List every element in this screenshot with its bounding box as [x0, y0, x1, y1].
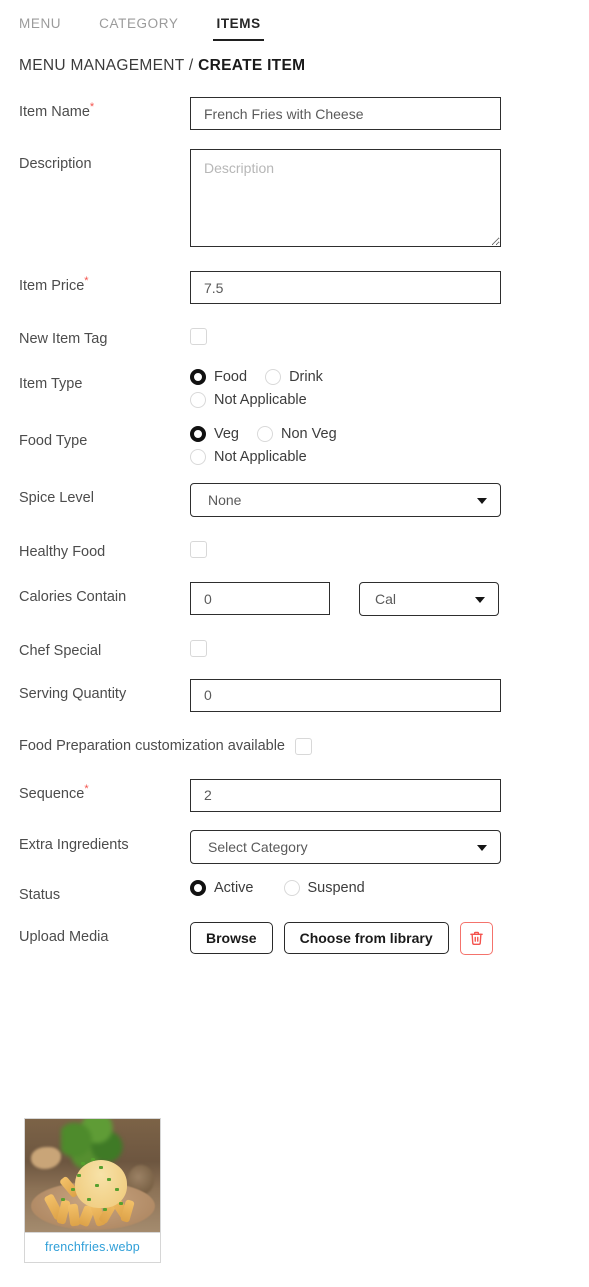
create-item-form: Item Name* Description Item Price* New I… [0, 97, 589, 955]
label-extra-ingredients: Extra Ingredients [19, 836, 129, 853]
row-item-name: Item Name* [0, 97, 589, 130]
required-asterisk: * [84, 275, 89, 288]
label-item-price-text: Item Price [19, 278, 85, 294]
status-radio-group: Active Suspend [190, 879, 490, 903]
radio-label: Not Applicable [214, 391, 307, 408]
radio-indicator [190, 425, 206, 442]
row-description: Description [0, 149, 589, 252]
radio-indicator [190, 368, 206, 385]
radio-label: Food [214, 368, 248, 385]
radio-food-type-veg[interactable]: Veg [190, 425, 239, 442]
required-asterisk: * [84, 782, 89, 795]
label-food-prep-customization: Food Preparation customization available [19, 738, 285, 755]
tab-menu[interactable]: MENU [19, 16, 61, 41]
label-food-type: Food Type [19, 432, 88, 449]
calories-unit-select-wrap: Cal [359, 581, 499, 616]
row-food-type: Food Type Veg Non Veg Not Applicable [0, 425, 589, 472]
sequence-input[interactable] [190, 778, 501, 812]
radio-item-type-drink[interactable]: Drink [265, 368, 323, 385]
label-spice-level: Spice Level [19, 489, 94, 506]
label-item-type: Item Type [19, 375, 83, 392]
label-sequence: Sequence* [19, 779, 190, 803]
radio-label: Drink [289, 368, 323, 385]
radio-indicator [283, 879, 300, 896]
row-new-item-tag: New Item Tag [0, 324, 589, 348]
calories-input[interactable] [190, 582, 330, 616]
spice-level-select-wrap: None [190, 482, 501, 517]
label-new-item-tag: New Item Tag [19, 331, 108, 347]
row-status: Status Active Suspend [0, 879, 589, 904]
radio-status-suspend[interactable]: Suspend [283, 879, 365, 896]
radio-label: Non Veg [281, 425, 337, 442]
trash-icon [469, 930, 484, 946]
media-filename-link[interactable]: frenchfries.webp [25, 1232, 160, 1262]
row-serving-quantity: Serving Quantity [0, 678, 589, 712]
food-prep-customization-checkbox[interactable] [294, 737, 312, 755]
required-asterisk: * [89, 101, 95, 114]
tab-bar: MENU CATEGORY ITEMS [0, 0, 589, 41]
label-healthy-food: Healthy Food [19, 543, 106, 560]
label-item-price: Item Price* [19, 271, 190, 295]
row-item-type: Item Type Food Drink Not Applicable [0, 368, 589, 415]
food-type-radio-group: Veg Non Veg Not Applicable [190, 425, 450, 472]
media-thumbnail-image [25, 1119, 160, 1232]
radio-indicator [190, 448, 206, 465]
calories-unit-select[interactable]: Cal [359, 581, 499, 616]
label-item-name-text: Item Name [19, 104, 90, 120]
row-item-price: Item Price* [0, 271, 589, 304]
tab-category[interactable]: CATEGORY [99, 16, 178, 41]
label-serving-quantity: Serving Quantity [19, 685, 127, 702]
extra-ingredients-select-wrap: Select Category [190, 829, 501, 864]
breadcrumb: MENU MANAGEMENT / CREATE ITEM [19, 57, 589, 75]
radio-food-type-not-applicable[interactable]: Not Applicable [190, 448, 307, 465]
healthy-food-checkbox[interactable] [190, 541, 207, 559]
radio-food-type-non-veg[interactable]: Non Veg [257, 425, 337, 442]
radio-label: Veg [214, 425, 239, 442]
radio-status-active[interactable]: Active [190, 879, 254, 896]
label-item-name: Item Name* [19, 97, 190, 121]
label-chef-special: Chef Special [19, 642, 102, 659]
row-chef-special: Chef Special [0, 636, 589, 660]
radio-indicator [265, 368, 282, 385]
delete-media-button[interactable] [459, 921, 493, 955]
radio-label: Not Applicable [214, 448, 307, 465]
row-healthy-food: Healthy Food [0, 537, 589, 561]
row-upload-media: Upload Media Browse Choose from library [0, 921, 589, 955]
item-price-input[interactable] [190, 271, 501, 304]
radio-label: Active [214, 879, 254, 896]
new-item-tag-checkbox[interactable] [190, 328, 207, 346]
radio-indicator [190, 391, 206, 408]
breadcrumb-separator: / [188, 57, 194, 74]
radio-indicator [190, 879, 206, 896]
row-extra-ingredients: Extra Ingredients Select Category [0, 829, 589, 864]
browse-button[interactable]: Browse [190, 922, 273, 955]
spice-level-select[interactable]: None [190, 482, 501, 517]
row-calories: Calories Contain Cal [0, 581, 589, 616]
radio-label: Suspend [307, 879, 365, 896]
label-sequence-text: Sequence [19, 785, 85, 802]
serving-quantity-input[interactable] [190, 678, 501, 712]
item-type-radio-group: Food Drink Not Applicable [190, 368, 450, 415]
row-food-prep-customization: Food Preparation customization available [0, 737, 589, 755]
chef-special-checkbox[interactable] [190, 640, 207, 658]
breadcrumb-current: CREATE ITEM [198, 57, 306, 74]
radio-indicator [257, 425, 273, 442]
choose-from-library-button[interactable]: Choose from library [283, 922, 449, 955]
label-status: Status [19, 886, 61, 903]
label-description: Description [19, 156, 92, 172]
label-calories: Calories Contain [19, 588, 127, 605]
uploaded-media-card[interactable]: frenchfries.webp [24, 1118, 161, 1263]
radio-item-type-food[interactable]: Food [190, 368, 248, 385]
label-upload-media: Upload Media [19, 928, 109, 945]
row-sequence: Sequence* [0, 778, 589, 812]
row-spice-level: Spice Level None [0, 482, 589, 517]
description-textarea[interactable] [190, 149, 501, 247]
item-name-input[interactable] [190, 97, 501, 130]
extra-ingredients-select[interactable]: Select Category [190, 829, 501, 864]
breadcrumb-parent[interactable]: MENU MANAGEMENT [19, 57, 184, 74]
radio-item-type-not-applicable[interactable]: Not Applicable [190, 391, 307, 408]
tab-items[interactable]: ITEMS [213, 16, 265, 41]
